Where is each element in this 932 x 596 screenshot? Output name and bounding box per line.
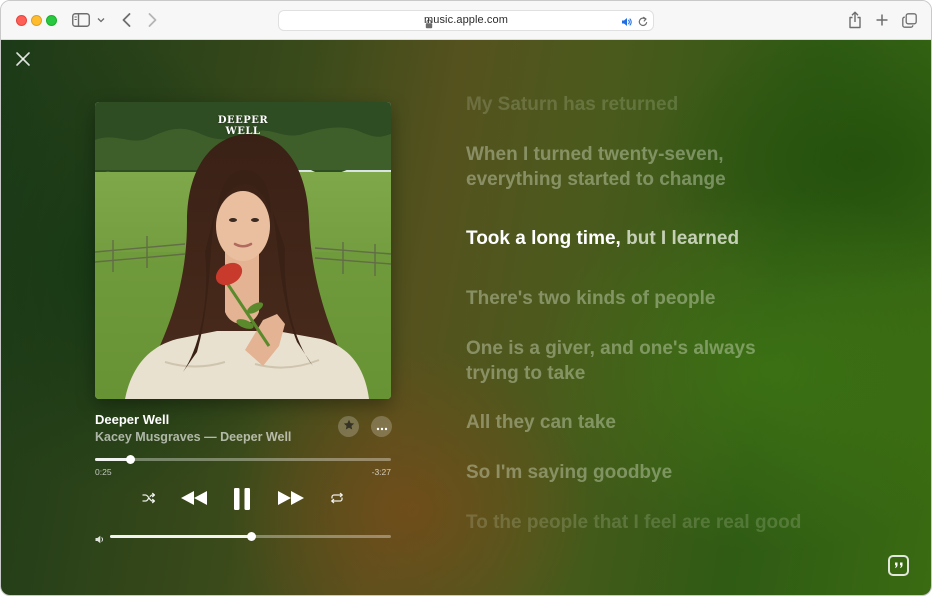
lyric-line[interactable]: trying to take bbox=[466, 361, 585, 386]
album-artwork: DEEPER WELL bbox=[95, 102, 391, 399]
lyric-line[interactable]: To the people that I feel are real good bbox=[466, 510, 801, 535]
repeat-icon[interactable] bbox=[329, 491, 345, 505]
lyric-line-active[interactable]: Took a long time, but I learned bbox=[466, 226, 739, 251]
speaker-icon[interactable] bbox=[621, 15, 633, 27]
star-icon bbox=[343, 418, 355, 436]
track-title[interactable]: Deeper Well bbox=[95, 412, 169, 427]
subtitle-separator: — bbox=[200, 430, 221, 444]
lyric-line[interactable]: When I turned twenty-seven, bbox=[466, 142, 724, 167]
lyric-line[interactable]: everything started to change bbox=[466, 167, 726, 192]
reload-icon[interactable] bbox=[637, 15, 649, 27]
full-screen-player: DEEPER WELL Deeper Well Kacey Musgraves … bbox=[1, 40, 931, 595]
elapsed-time: 0:25 bbox=[95, 467, 112, 477]
lyric-unsung: but I learned bbox=[626, 228, 740, 249]
favorite-button[interactable] bbox=[338, 416, 359, 437]
lyric-sung: Took a long time, bbox=[466, 228, 621, 249]
track-subtitle[interactable]: Kacey Musgraves — Deeper Well bbox=[95, 430, 291, 444]
album-logo: DEEPER WELL bbox=[217, 115, 269, 137]
quote-bubble-icon bbox=[893, 557, 905, 575]
volume-knob[interactable] bbox=[246, 532, 256, 541]
share-icon[interactable] bbox=[847, 11, 863, 29]
lyric-line[interactable]: All they can take bbox=[466, 410, 616, 435]
back-icon[interactable] bbox=[119, 12, 133, 28]
lyric-line[interactable]: One is a giver, and one's always bbox=[466, 336, 756, 361]
playback-progress-slider[interactable] bbox=[95, 455, 391, 464]
sidebar-icon[interactable] bbox=[72, 13, 90, 27]
more-options-button[interactable] bbox=[371, 416, 392, 437]
browser-toolbar: music.apple.com bbox=[1, 1, 931, 40]
fast-forward-icon[interactable] bbox=[276, 489, 306, 507]
lyrics-panel: My Saturn has returned When I turned twe… bbox=[466, 40, 886, 595]
zoom-window-button[interactable] bbox=[46, 15, 57, 26]
progress-fill bbox=[95, 458, 130, 461]
chevron-down-icon[interactable] bbox=[96, 14, 106, 26]
artist-name[interactable]: Kacey Musgraves bbox=[95, 430, 201, 444]
volume-icon bbox=[95, 531, 105, 544]
lyric-line[interactable]: My Saturn has returned bbox=[466, 92, 678, 117]
tabs-overview-icon[interactable] bbox=[901, 12, 917, 28]
forward-icon[interactable] bbox=[145, 12, 159, 28]
close-window-button[interactable] bbox=[16, 15, 27, 26]
volume-fill bbox=[110, 535, 251, 538]
lyrics-toggle-button[interactable] bbox=[888, 555, 909, 576]
lyric-line[interactable]: There's two kinds of people bbox=[466, 286, 715, 311]
progress-knob[interactable] bbox=[125, 455, 135, 464]
ellipsis-icon bbox=[376, 418, 388, 436]
close-icon[interactable] bbox=[14, 50, 32, 68]
album-name[interactable]: Deeper Well bbox=[220, 430, 291, 444]
address-bar[interactable]: music.apple.com bbox=[278, 10, 654, 31]
volume-slider[interactable] bbox=[110, 532, 391, 541]
lyric-line[interactable]: So I'm saying goodbye bbox=[466, 460, 672, 485]
minimize-window-button[interactable] bbox=[31, 15, 42, 26]
remaining-time: -3:27 bbox=[371, 467, 391, 477]
plus-icon[interactable] bbox=[874, 12, 890, 28]
url-text: music.apple.com bbox=[423, 14, 509, 26]
rewind-icon[interactable] bbox=[179, 489, 209, 507]
browser-window: music.apple.com DEEPER WELL Deeper Well … bbox=[0, 0, 932, 596]
shuffle-icon[interactable] bbox=[141, 491, 157, 505]
pause-icon[interactable] bbox=[232, 487, 252, 511]
